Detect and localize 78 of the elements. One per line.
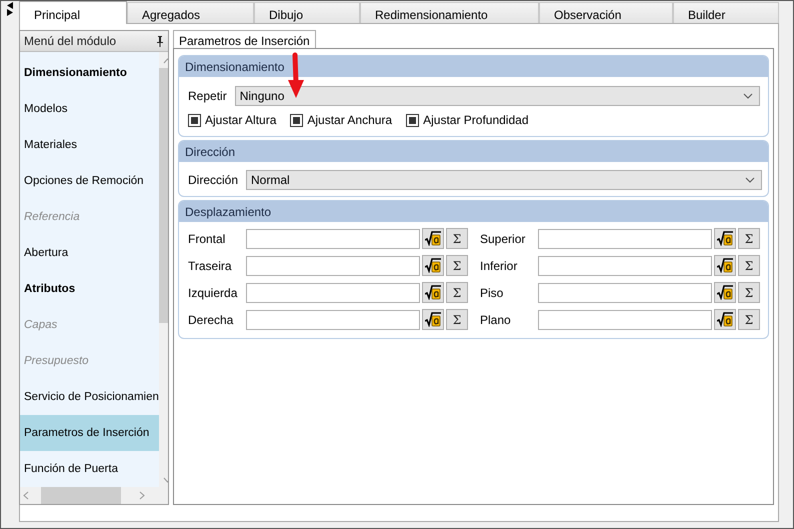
menu-item[interactable]: Dimensionamiento — [20, 55, 159, 91]
menu-item[interactable]: Atributos — [20, 271, 159, 307]
menu-item[interactable]: Opciones de Remoción — [20, 163, 159, 199]
sum-button[interactable]: Σ — [738, 255, 760, 276]
field-label: Izquierda — [188, 286, 238, 300]
group-title: Dimensionamiento — [185, 60, 284, 74]
menu-item[interactable]: Servicio de Posicionamien — [20, 379, 159, 415]
tab[interactable]: Dibujo — [254, 2, 360, 23]
menu-item[interactable]: Abertura — [20, 235, 159, 271]
input-field[interactable] — [246, 256, 420, 276]
tab-scroll-arrows-icon[interactable] — [6, 1, 14, 17]
scroll-right-icon[interactable] — [139, 491, 145, 500]
field-label: Frontal — [188, 232, 226, 246]
sum-button[interactable]: Σ — [446, 228, 468, 249]
formula-button[interactable] — [422, 255, 444, 276]
field-label: Traseira — [188, 258, 233, 272]
field-label: Repetir — [188, 89, 227, 103]
dropdown-caret-icon — [745, 177, 755, 183]
tab[interactable]: Principal — [19, 1, 127, 24]
formula-button[interactable] — [422, 228, 444, 249]
pin-icon[interactable] — [156, 36, 164, 46]
tab[interactable]: Agregados — [127, 2, 254, 23]
input-field[interactable] — [538, 310, 712, 330]
menu-item[interactable]: Materiales — [20, 127, 159, 163]
input-field[interactable] — [246, 310, 420, 330]
annotation-arrow — [285, 52, 305, 100]
field-label: Superior — [480, 232, 526, 246]
formula-icon — [425, 312, 441, 327]
formula-icon — [717, 258, 733, 273]
sum-button[interactable]: Σ — [738, 282, 760, 303]
sum-button[interactable]: Σ — [738, 228, 760, 249]
checkbox-label: Ajustar Profundidad — [423, 113, 528, 127]
input-field[interactable] — [538, 228, 712, 248]
checkbox-label: Ajustar Anchura — [307, 113, 392, 127]
formula-button[interactable] — [422, 282, 444, 303]
field-label: Inferior — [480, 258, 518, 272]
panel-title: Menú del módulo — [24, 34, 116, 48]
menu-item[interactable]: Función de Puerta — [20, 451, 159, 487]
sum-button[interactable]: Σ — [738, 309, 760, 330]
input-field[interactable] — [246, 228, 420, 248]
formula-icon — [425, 258, 441, 273]
input-field[interactable] — [538, 256, 712, 276]
checkbox[interactable] — [290, 114, 304, 126]
formula-button[interactable] — [714, 228, 736, 249]
scroll-left-icon[interactable] — [23, 491, 29, 500]
input-field[interactable] — [538, 282, 712, 302]
menu-item[interactable]: Modelos — [20, 91, 159, 127]
direction-dropdown[interactable]: Normal — [246, 170, 762, 190]
group-title: Desplazamiento — [185, 204, 272, 218]
field-label: Piso — [480, 286, 504, 300]
field-label: Derecha — [188, 312, 234, 326]
tab[interactable]: Observación — [539, 2, 673, 23]
checkbox[interactable] — [406, 114, 420, 126]
field-label: Plano — [480, 312, 512, 326]
repeat-dropdown[interactable]: Ninguno — [234, 86, 760, 106]
sum-button[interactable]: Σ — [446, 282, 468, 303]
tab[interactable]: Parametros de Inserción — [173, 30, 316, 49]
input-field[interactable] — [246, 282, 420, 302]
group-title: Dirección — [185, 144, 236, 158]
formula-icon — [425, 231, 441, 246]
formula-button[interactable] — [714, 255, 736, 276]
tab[interactable]: Builder — [673, 2, 779, 23]
formula-icon — [717, 285, 733, 300]
checkbox-label: Ajustar Altura — [205, 113, 276, 127]
dropdown-caret-icon — [743, 93, 753, 99]
menu-item[interactable]: Parametros de Inserción — [20, 415, 159, 451]
sum-button[interactable]: Σ — [446, 309, 468, 330]
field-label: Dirección — [188, 173, 238, 187]
formula-button[interactable] — [714, 282, 736, 303]
formula-icon — [425, 285, 441, 300]
horizontal-scrollbar[interactable] — [20, 487, 168, 504]
formula-icon — [717, 312, 733, 327]
tab[interactable]: Redimensionamiento — [360, 2, 539, 23]
formula-button[interactable] — [422, 309, 444, 330]
formula-icon — [717, 231, 733, 246]
formula-button[interactable] — [714, 309, 736, 330]
checkbox[interactable] — [188, 114, 201, 126]
sum-button[interactable]: Σ — [446, 255, 468, 276]
